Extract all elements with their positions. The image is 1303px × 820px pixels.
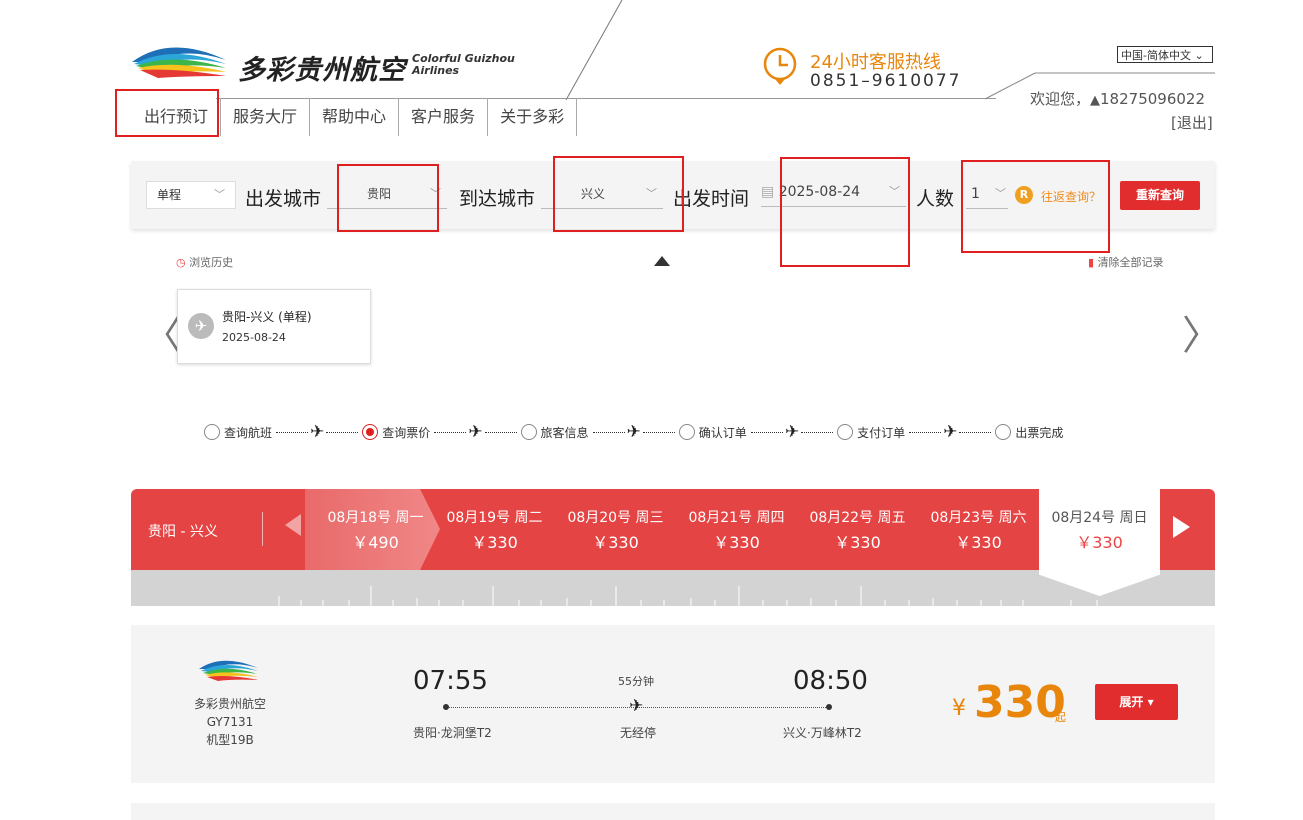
strip-route: 贵阳 - 兴义 xyxy=(148,524,218,540)
price-suffix: 起 xyxy=(1055,711,1066,724)
decor-line xyxy=(565,0,623,100)
trip-type-select[interactable]: 单程 ﹀ xyxy=(146,181,236,209)
highlight-box xyxy=(337,164,439,232)
expand-button[interactable]: 展开 ▾ xyxy=(1095,684,1178,720)
calendar-icon: ▤ xyxy=(761,184,775,200)
step-connector: ✈ xyxy=(276,422,359,442)
clock-icon: ◷ xyxy=(176,256,186,269)
nav-help-center[interactable]: 帮助中心 xyxy=(310,98,400,136)
nav-customer-service[interactable]: 客户服务 xyxy=(399,98,489,136)
stops-info: 无经停 xyxy=(620,726,657,740)
user-icon: ▲ xyxy=(1090,93,1101,108)
airline-info: 多彩贵州航空 GY7131 机型19B xyxy=(180,695,280,749)
strip-divider xyxy=(262,512,263,546)
language-select[interactable]: 中国-简体中文 ⌄ xyxy=(1117,46,1213,63)
history-route: 贵阳-兴义 (单程) xyxy=(222,310,312,324)
plane-icon: ✈ xyxy=(310,422,325,442)
strip-next-icon[interactable] xyxy=(1173,516,1190,538)
step-connector: ✈ xyxy=(592,422,675,442)
username: 18275096022 xyxy=(1100,90,1205,108)
history-date: 2025-08-24 xyxy=(222,331,286,344)
trash-icon: ▮ xyxy=(1088,256,1095,269)
highlight-box xyxy=(115,89,219,137)
departure-time: 07:55 xyxy=(413,666,488,696)
plane-icon: ✈ xyxy=(784,422,800,442)
step-ticket-issued: 出票完成 xyxy=(995,424,1063,441)
aircraft-type: 机型19B xyxy=(206,733,254,747)
arrival-airport: 兴义·万峰林T2 xyxy=(783,726,862,740)
history-prev-icon[interactable]: 〈 xyxy=(142,303,182,361)
airline-name: 多彩贵州航空 xyxy=(193,697,266,711)
step-circle-active xyxy=(362,424,379,440)
from-label: 出发城市 xyxy=(245,188,322,210)
date-label: 出发时间 xyxy=(673,188,750,210)
step-query-price: 查询票价 xyxy=(362,424,430,441)
hotline-number: 0851–9610077 xyxy=(810,71,962,91)
price-value: 330 xyxy=(974,677,1066,728)
highlight-box xyxy=(553,156,684,232)
date-option[interactable]: 08月18号 周一 ￥490 xyxy=(315,507,436,553)
step-circle xyxy=(678,424,695,440)
flight-card-next xyxy=(131,803,1215,820)
price-currency: ¥ xyxy=(952,696,966,721)
chevron-down-icon: ﹀ xyxy=(214,188,225,201)
plane-icon: ✈ xyxy=(468,422,483,442)
step-query-flight: 查询航班 xyxy=(204,424,272,441)
date-option[interactable]: 08月20号 周三 ￥330 xyxy=(555,507,676,553)
airline-logo-icon xyxy=(199,660,258,681)
flight-duration: 55分钟 xyxy=(618,675,654,688)
step-connector: ✈ xyxy=(750,422,834,442)
welcome-text: 欢迎您，▲18275096022 xyxy=(1030,90,1205,108)
step-pay-order: 支付订单 xyxy=(837,424,905,441)
logo-text: 多彩贵州航空 xyxy=(238,55,406,86)
clock-icon xyxy=(763,47,797,85)
highlight-box xyxy=(961,160,1110,253)
date-option[interactable]: 08月23号 周六 ￥330 xyxy=(918,507,1039,553)
step-connector: ✈ xyxy=(909,422,992,442)
collapse-triangle-icon[interactable] xyxy=(654,256,670,266)
date-option[interactable]: 08月21号 周四 ￥330 xyxy=(676,507,797,553)
flight-number: GY7131 xyxy=(206,715,254,729)
plane-icon: ✈ xyxy=(943,422,958,442)
strip-prev-icon[interactable] xyxy=(285,514,301,536)
step-circle xyxy=(995,424,1012,440)
date-option[interactable]: 08月22号 周五 ￥330 xyxy=(797,507,918,553)
plane-icon: ✈ xyxy=(626,422,641,442)
date-option[interactable]: 08月19号 周二 ￥330 xyxy=(434,507,555,553)
step-circle xyxy=(837,424,854,440)
step-passenger-info: 旅客信息 xyxy=(520,424,589,441)
step-connector: ✈ xyxy=(434,422,517,442)
step-circle xyxy=(520,424,537,440)
logout-link[interactable]: [退出] xyxy=(1171,112,1213,133)
departure-airport: 贵阳·龙洞堡T2 xyxy=(413,726,492,740)
plane-icon: ✈ xyxy=(188,313,214,339)
history-next-icon[interactable]: 〉 xyxy=(1182,303,1222,361)
date-option-current[interactable]: 08月24号 周日 ￥330 xyxy=(1039,489,1160,570)
route-dot xyxy=(443,704,449,710)
arrival-time: 08:50 xyxy=(793,666,868,696)
nav-about[interactable]: 关于多彩 xyxy=(488,98,578,136)
highlight-box xyxy=(780,157,910,267)
to-label: 到达城市 xyxy=(459,188,536,210)
history-label: ◷ 浏览历史 xyxy=(176,256,234,269)
nav-service-hall[interactable]: 服务大厅 xyxy=(221,98,311,136)
clear-history-link[interactable]: ▮ 清除全部记录 xyxy=(1088,254,1164,270)
plane-icon: ✈ xyxy=(629,696,644,716)
route-dot xyxy=(826,704,832,710)
pax-label: 人数 xyxy=(916,188,955,210)
logo-wing-icon xyxy=(132,47,226,78)
step-circle xyxy=(204,424,220,440)
chevron-down-icon: ⌄ xyxy=(1194,49,1204,62)
requery-button[interactable]: 重新查询 xyxy=(1120,181,1200,210)
step-confirm-order: 确认订单 xyxy=(678,424,747,441)
logo-english: Colorful Guizhou Airlines xyxy=(412,52,515,77)
booking-steps: 查询航班 ✈ 查询票价 ✈ 旅客信息 ✈ 确认订单 ✈ 支付订单 ✈ 出票完成 xyxy=(204,422,1063,442)
